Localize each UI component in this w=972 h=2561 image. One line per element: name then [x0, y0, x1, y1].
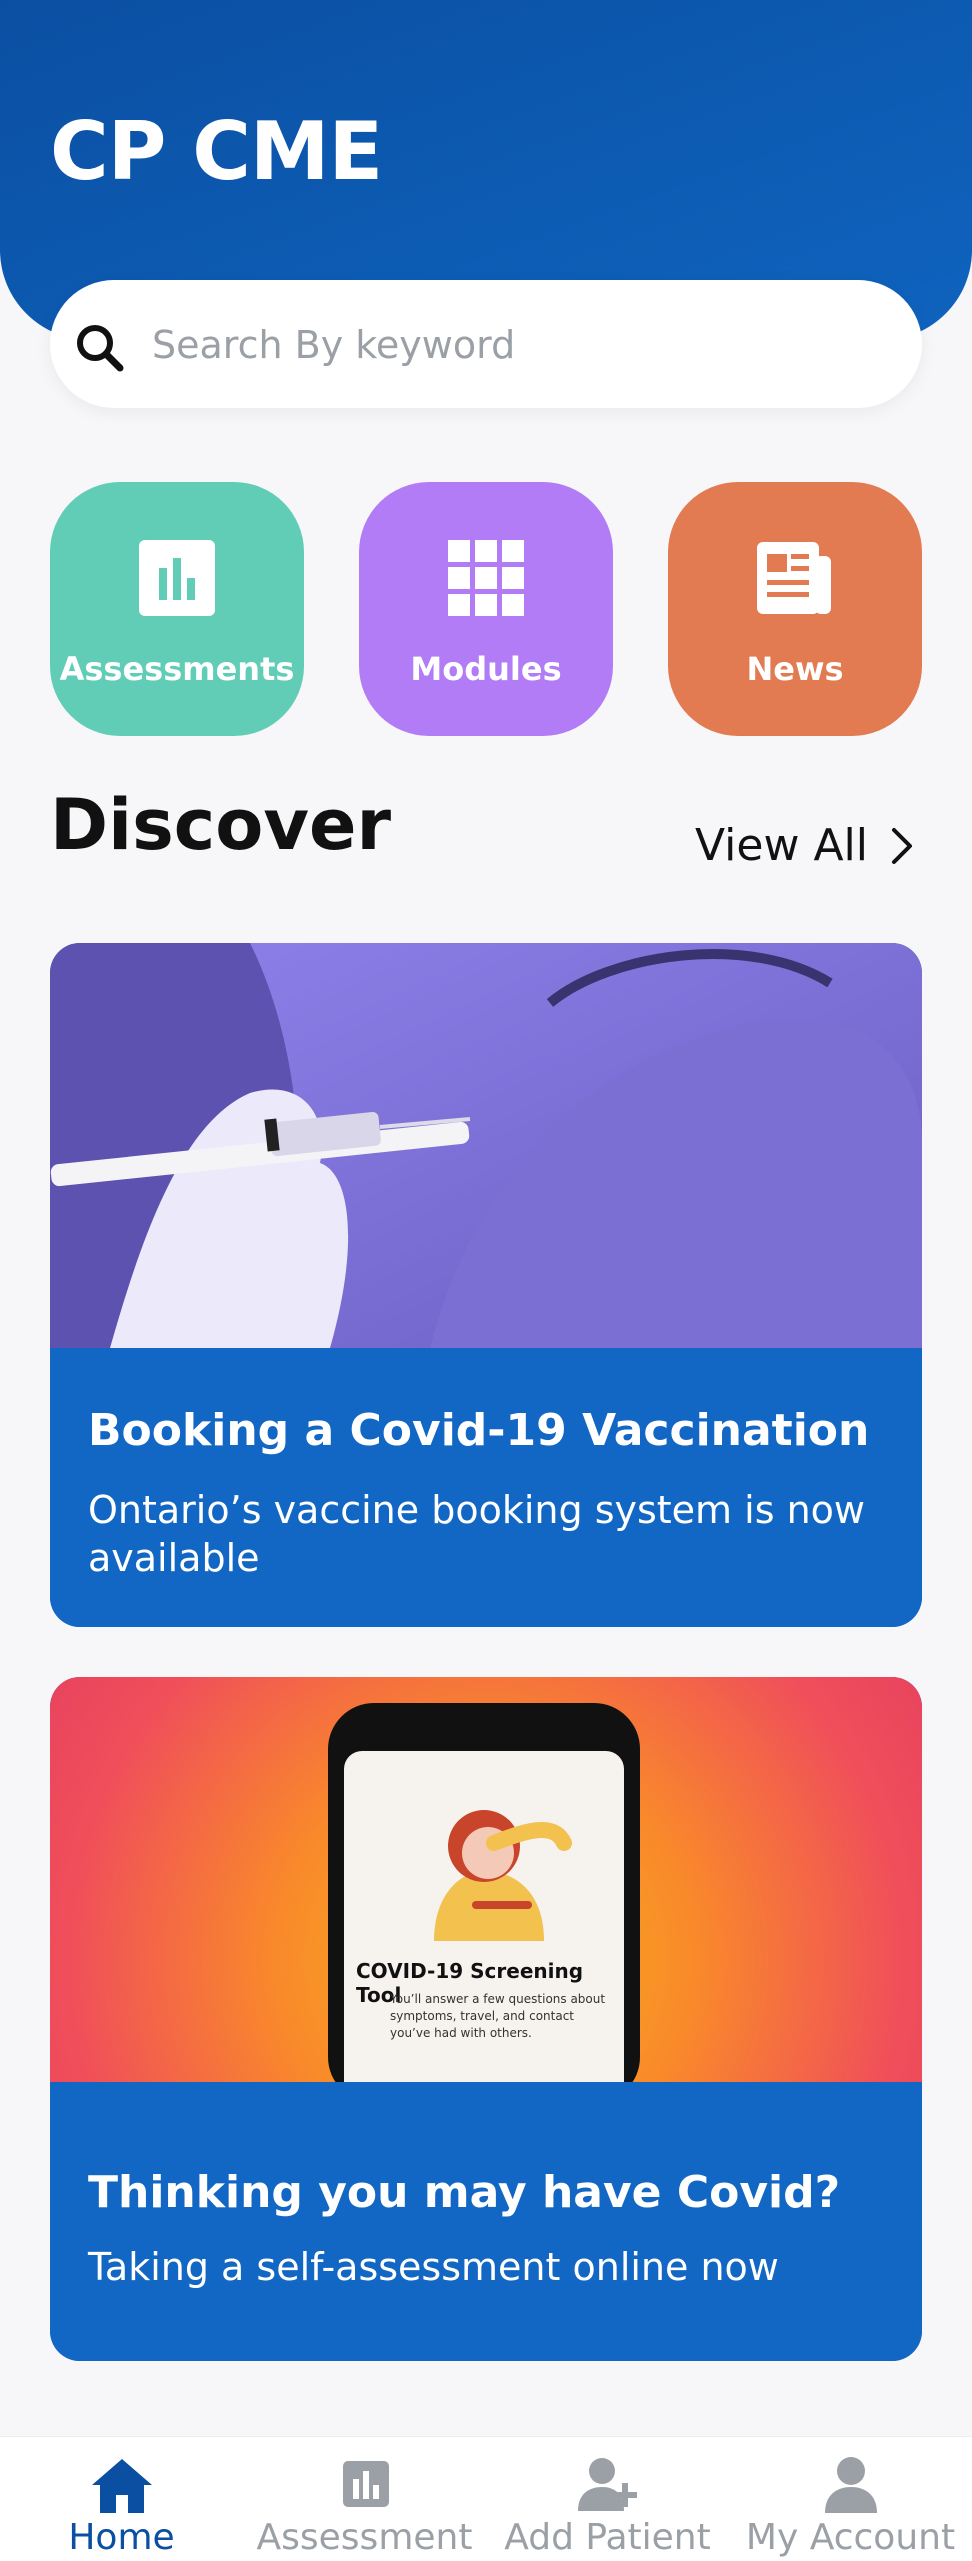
vaccination-photo: [50, 943, 922, 1348]
card-title: Booking a Covid-19 Vaccination: [88, 1405, 870, 1456]
discover-title: Discover: [50, 784, 391, 866]
card-description: Taking a self-assessment online now: [88, 2245, 779, 2289]
card-description: Ontario’s vaccine booking system is now …: [88, 1488, 865, 1580]
modules-tile[interactable]: Modules: [359, 482, 613, 736]
add-user-icon: [577, 2458, 637, 2511]
discover-card[interactable]: COVID-19 Screening Tool You’ll answer a …: [50, 1677, 922, 2361]
assessments-label: Assessments: [59, 650, 295, 688]
bar-chart-icon: [342, 2461, 389, 2507]
newspaper-icon: [757, 542, 831, 614]
nav-home[interactable]: Home: [0, 2437, 243, 2561]
discover-card[interactable]: Booking a Covid-19 Vaccination Ontario’s…: [50, 943, 922, 1627]
news-tile[interactable]: News: [668, 482, 922, 736]
app-title: CP CME: [50, 105, 383, 198]
view-all-label: View All: [695, 820, 868, 871]
bottom-nav: Home Assessment Add Patient My Account: [0, 2436, 972, 2561]
modules-label: Modules: [410, 650, 562, 688]
bar-chart-icon: [139, 540, 215, 616]
search-icon: [77, 325, 124, 372]
nav-my-account-label: My Account: [745, 2517, 956, 2558]
home-icon: [91, 2459, 152, 2513]
nav-add-patient-label: Add Patient: [504, 2517, 711, 2558]
card-title: Thinking you may have Covid?: [88, 2167, 841, 2218]
card-body: Booking a Covid-19 Vaccination Ontario’s…: [50, 1348, 922, 1627]
phone-frame: COVID-19 Screening Tool You’ll answer a …: [328, 1703, 640, 2111]
nav-home-label: Home: [68, 2517, 175, 2558]
screening-tool-body: You’ll answer a few questions about symp…: [390, 1992, 606, 2040]
nav-assessment-label: Assessment: [256, 2517, 473, 2558]
search-bar[interactable]: [50, 280, 922, 410]
nav-add-patient[interactable]: Add Patient: [486, 2437, 729, 2561]
phone-screening-tool-photo: COVID-19 Screening Tool You’ll answer a …: [50, 1677, 922, 2111]
view-all-link[interactable]: View All: [695, 820, 916, 871]
nav-my-account[interactable]: My Account: [729, 2437, 972, 2561]
chevron-right-icon: [892, 827, 912, 864]
news-label: News: [746, 650, 844, 688]
card-body: Thinking you may have Covid? Taking a se…: [50, 2082, 922, 2361]
person-fever-illustration: [434, 1810, 572, 1941]
phone-screen: COVID-19 Screening Tool You’ll answer a …: [344, 1751, 624, 2111]
nav-assessment[interactable]: Assessment: [243, 2437, 486, 2561]
assessments-tile[interactable]: Assessments: [50, 482, 304, 736]
search-input[interactable]: [150, 280, 894, 410]
grid-icon: [448, 540, 524, 616]
user-icon: [824, 2457, 877, 2513]
